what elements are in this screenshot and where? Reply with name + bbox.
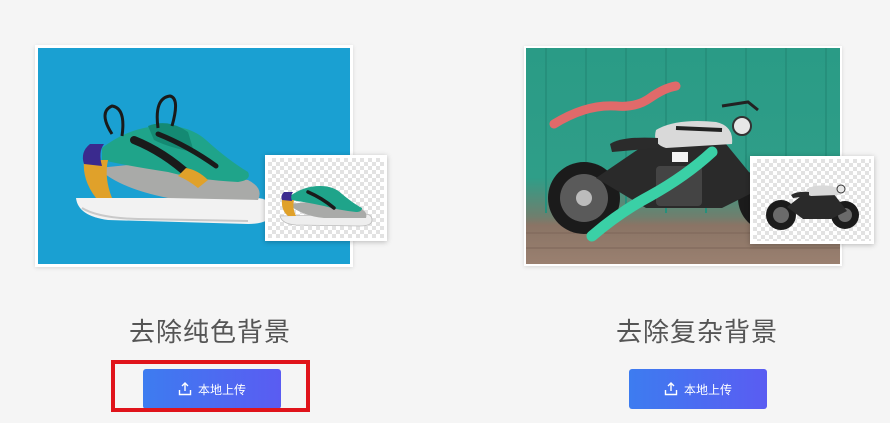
local-upload-button[interactable]: 本地上传: [629, 369, 767, 409]
card-title-complex-background: 去除复杂背景: [615, 318, 778, 348]
motorcycle-cutout: [766, 184, 859, 230]
card-title-solid-background: 去除纯色背景: [128, 318, 291, 348]
upload-icon: [664, 382, 678, 396]
highlight-annotation: [111, 360, 310, 412]
transparency-checkerboard: [268, 158, 384, 238]
transparent-result-thumbnail: [265, 155, 387, 241]
transparent-result-thumbnail: [750, 156, 874, 244]
upload-button-label: 本地上传: [683, 382, 732, 397]
transparency-checkerboard: [753, 159, 871, 241]
page: 去除纯色背景 本地上传 去除复杂背景 本地上传: [0, 0, 890, 423]
sneaker-cutout: [279, 186, 373, 227]
